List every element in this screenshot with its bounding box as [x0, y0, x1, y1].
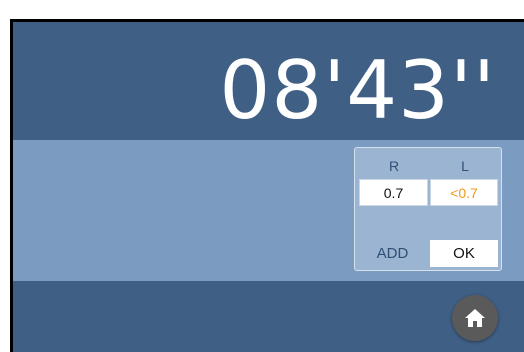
- left-eye-header: L: [461, 158, 469, 174]
- home-icon: [465, 309, 485, 327]
- add-button[interactable]: ADD: [359, 240, 426, 267]
- screen-left-border: [0, 0, 13, 352]
- left-eye-value[interactable]: <0.7: [430, 179, 498, 206]
- home-button[interactable]: [452, 295, 498, 341]
- elapsed-timer: 08'43'': [219, 44, 496, 137]
- right-eye-value[interactable]: 0.7: [359, 179, 428, 206]
- screen-top-border: [0, 0, 524, 22]
- timer-header: 08'43'': [13, 22, 524, 140]
- right-eye-header: R: [388, 158, 400, 174]
- ok-button[interactable]: OK: [430, 240, 498, 267]
- acuity-panel: R L 0.7 <0.7 ADD OK: [354, 147, 502, 271]
- footer-band: [13, 281, 524, 352]
